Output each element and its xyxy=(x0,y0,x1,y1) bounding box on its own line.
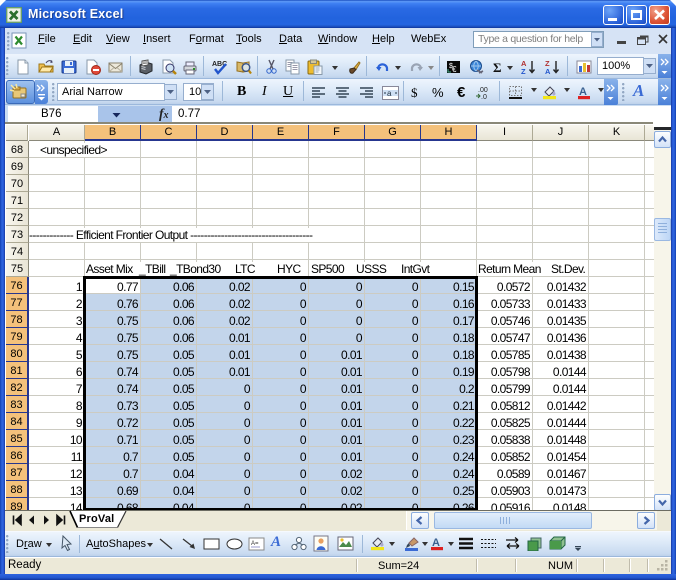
svg-text:a: a xyxy=(387,89,392,98)
svg-text:.00: .00 xyxy=(478,87,488,94)
svg-text:Σ: Σ xyxy=(493,60,502,75)
svg-text:Z: Z xyxy=(521,67,526,75)
svg-text:A: A xyxy=(545,67,551,75)
svg-text:A=: A= xyxy=(251,541,259,547)
svg-text:.0: .0 xyxy=(481,94,487,101)
svg-text:€: € xyxy=(452,65,457,74)
